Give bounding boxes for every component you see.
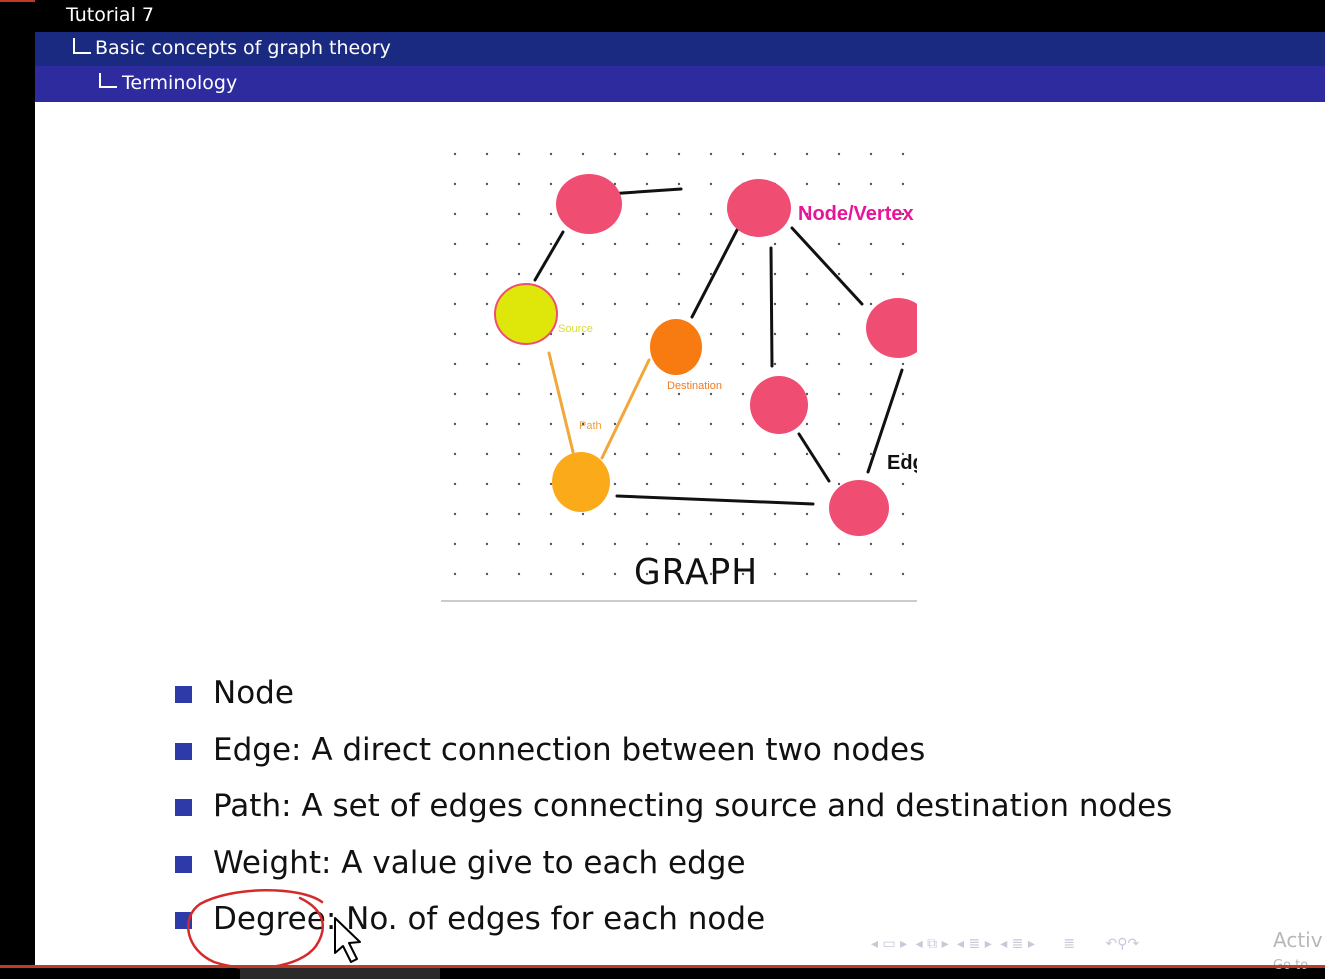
nav-align-icon[interactable]: ≣ [1063,936,1075,952]
graph-figure: Node/Vertex Edge Source Destination Path… [441,140,917,604]
slide: Tutorial 7 Basic concepts of graph theor… [35,0,1325,965]
bullet-icon [175,742,192,760]
edge-line [769,246,774,368]
activation-watermark: Activ [1273,928,1323,952]
nav-search-icon[interactable]: ↶⚲↷ [1106,936,1140,952]
bullet-icon [175,799,192,816]
tree-connector [73,38,91,54]
source-label: Source [558,323,593,335]
header-section-bar: Basic concepts of graph theory [35,32,1325,66]
header-section: Basic concepts of graph theory [95,37,391,59]
destination-label: Destination [667,380,722,392]
beamer-navigation: ◂ ▭ ▸ ◂ ⧉ ▸ ◂ ≣ ▸ ◂ ≣ ▸ ≣ ↶⚲↷ [871,936,1143,964]
node-vertex-label: Node/Vertex [798,203,914,225]
tree-connector [99,73,117,88]
path-node [552,452,610,512]
scrollbar-thumb[interactable] [240,968,440,979]
node-circle [829,480,889,536]
bottom-border [0,965,1325,968]
node-circle [727,179,791,237]
path-label: Path [579,420,602,432]
bullet-icon [175,912,192,929]
edge-label: Edge [887,452,917,474]
bullet-icon [175,855,192,873]
graph-caption: GRAPH [634,552,758,593]
nav-frame-icon[interactable]: ◂ ▭ ▸ [871,936,907,952]
header-subsection: Terminology [122,72,238,94]
nav-section-icon[interactable]: ◂ ≣ ▸ [957,936,992,952]
bullet-icon [175,686,192,703]
destination-node [650,319,702,375]
header-subsection-bar: Terminology [35,66,1325,102]
nav-subsection-icon[interactable]: ◂ ⧉ ▸ [916,936,949,952]
nav-document-icon[interactable]: ◂ ≣ ▸ [1000,936,1035,952]
source-node [494,283,558,345]
node-circle [556,174,622,234]
header-title-bar: Tutorial 7 [35,0,1325,32]
node-circle [750,376,808,434]
header-title: Tutorial 7 [66,4,154,26]
